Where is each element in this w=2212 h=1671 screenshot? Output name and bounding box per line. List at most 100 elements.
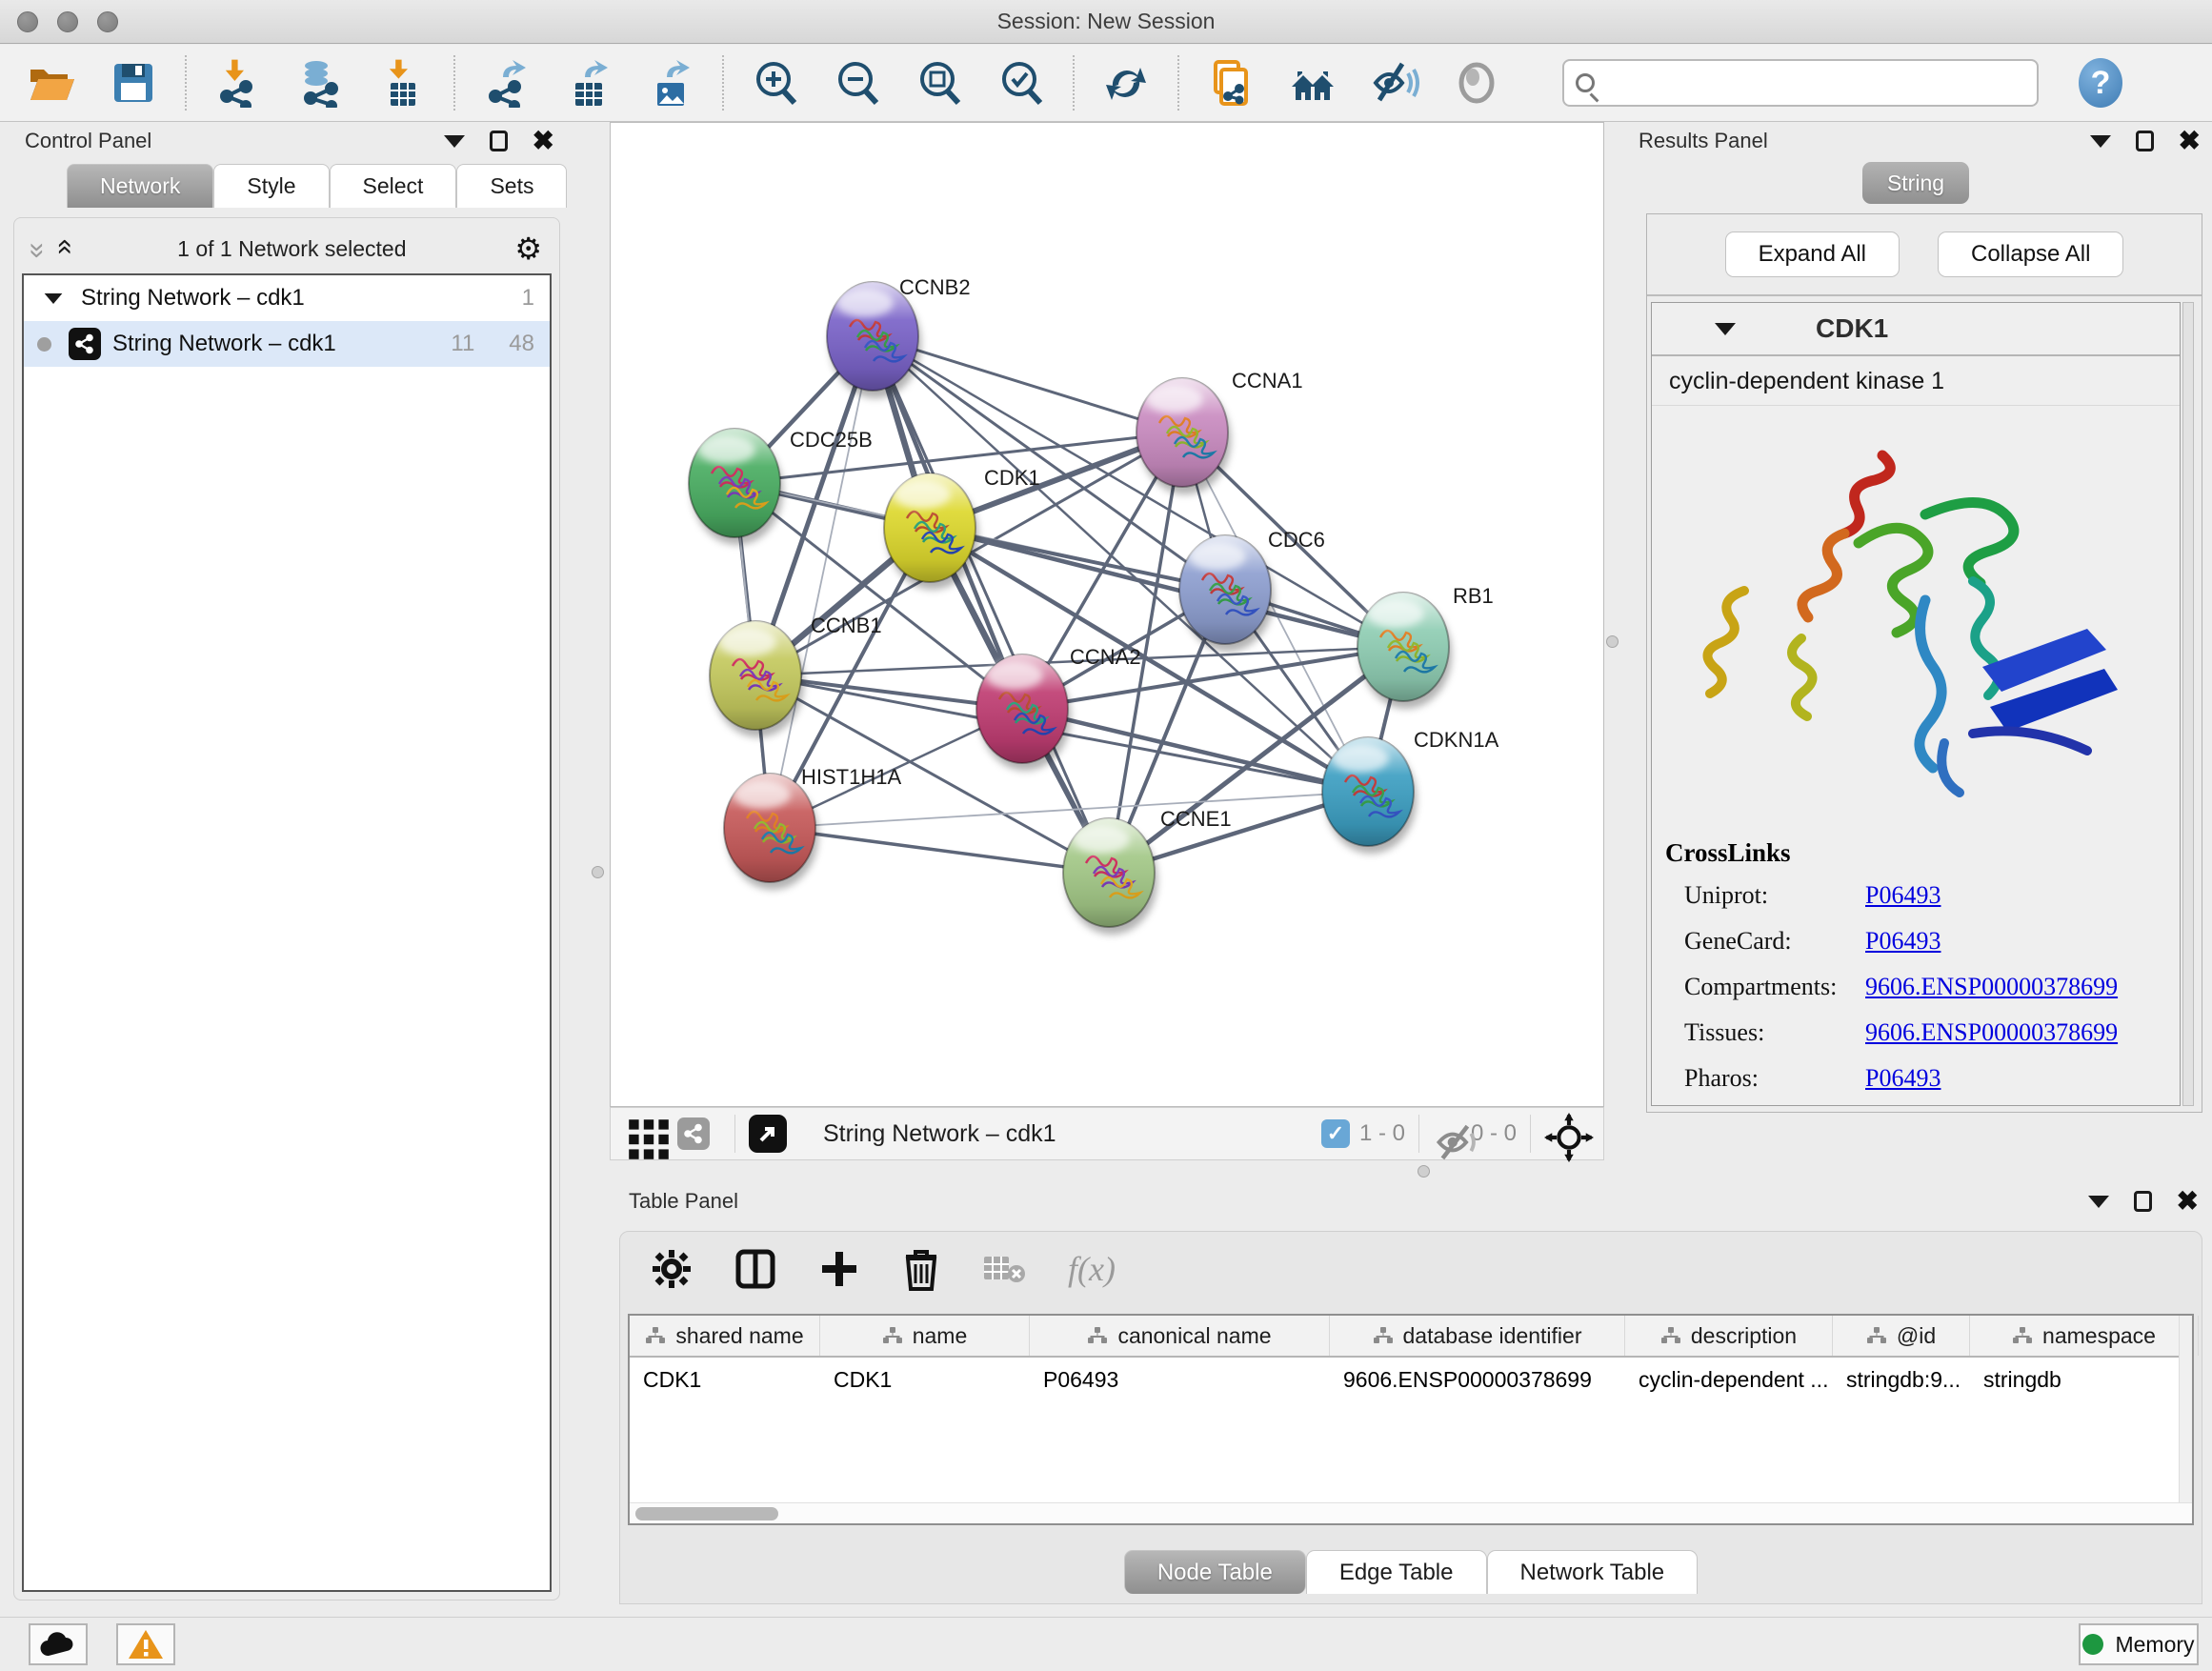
add-column-icon[interactable]: [818, 1248, 860, 1290]
gene-section-expander-icon[interactable]: [1715, 323, 1736, 335]
results-panel-collapse-icon[interactable]: [2090, 135, 2111, 148]
bottom-splitter-handle[interactable]: [1418, 1165, 1430, 1178]
table-cell[interactable]: CDK1: [630, 1358, 820, 1401]
open-in-new-window-icon[interactable]: [749, 1115, 787, 1153]
control-panel-collapse-icon[interactable]: [444, 135, 465, 148]
crosslink-link[interactable]: P06493: [1865, 1064, 1941, 1093]
network-view-canvas[interactable]: CCNB2CCNA1CDC25BCDK1CDC6RB1CCNB1CCNA2CDK…: [610, 122, 1604, 1107]
network-overview-share-icon[interactable]: [677, 1117, 710, 1150]
crosslink-link[interactable]: P06493: [1865, 881, 1941, 910]
table-panel-close-icon[interactable]: ✖: [2177, 1191, 2199, 1212]
column-header-namespace[interactable]: namespace: [1970, 1316, 2199, 1356]
birds-eye-grid-icon[interactable]: [624, 1115, 662, 1153]
show-columns-icon[interactable]: [734, 1248, 776, 1290]
apply-preferred-layout-icon[interactable]: [1101, 58, 1151, 108]
tab-sets[interactable]: Sets: [456, 164, 567, 208]
open-session-icon[interactable]: [27, 58, 76, 108]
table-cell[interactable]: P06493: [1030, 1358, 1330, 1401]
warning-button[interactable]: [116, 1623, 175, 1665]
table-panel-collapse-icon[interactable]: [2088, 1196, 2109, 1208]
delete-column-icon[interactable]: [902, 1247, 940, 1291]
export-table-icon[interactable]: [564, 58, 613, 108]
table-cell[interactable]: cyclin-dependent ...: [1625, 1358, 1833, 1401]
network-collection-row[interactable]: String Network – cdk1 1: [24, 275, 550, 321]
memory-button[interactable]: Memory: [2079, 1623, 2199, 1665]
collapse-all-button[interactable]: Collapse All: [1938, 232, 2123, 277]
search-input[interactable]: [1604, 70, 2004, 95]
import-network-from-file-icon[interactable]: [213, 58, 263, 108]
network-graph[interactable]: CCNB2CCNA1CDC25BCDK1CDC6RB1CCNB1CCNA2CDK…: [611, 123, 1603, 1106]
import-network-from-database-icon[interactable]: [295, 58, 345, 108]
tab-edge-table[interactable]: Edge Table: [1306, 1550, 1487, 1594]
network-node-ccne1[interactable]: CCNE1: [1063, 807, 1232, 935]
network-edge[interactable]: [770, 828, 1109, 873]
import-table-from-file-icon[interactable]: [377, 58, 427, 108]
table-panel-float-icon[interactable]: [2134, 1191, 2152, 1212]
network-node-cdkn1a[interactable]: CDKN1A: [1322, 728, 1499, 854]
table-options-gear-icon[interactable]: [651, 1248, 693, 1290]
results-scrollbar[interactable]: [2182, 302, 2194, 1106]
network-edge[interactable]: [770, 336, 873, 828]
show-all-icon[interactable]: [1452, 58, 1501, 108]
first-neighbors-icon[interactable]: [1288, 58, 1337, 108]
table-row[interactable]: CDK1CDK1P064939606.ENSP00000378699cyclin…: [630, 1358, 2192, 1401]
network-node-rb1[interactable]: RB1: [1357, 584, 1494, 709]
expand-all-button[interactable]: Expand All: [1725, 232, 1900, 277]
table-horizontal-scrollbar[interactable]: [630, 1502, 2192, 1523]
duplicate-network-icon[interactable]: [1206, 58, 1256, 108]
status-bar: Memory: [0, 1617, 2212, 1671]
table-vertical-scrollbar[interactable]: [2179, 1316, 2192, 1502]
network-node-hist1h1a[interactable]: HIST1H1A: [724, 765, 901, 890]
tab-select[interactable]: Select: [330, 164, 457, 208]
network-node-ccna2[interactable]: CCNA2: [976, 645, 1141, 771]
collapse-all-networks-icon[interactable]: »: [47, 243, 79, 255]
crosslink-link[interactable]: P06493: [1865, 927, 1941, 956]
network-edge[interactable]: [873, 336, 1109, 873]
left-splitter-handle[interactable]: [592, 866, 604, 878]
table-panel-tabs: Node TableEdge TableNetwork Table: [620, 1550, 2202, 1594]
column-header-description[interactable]: description: [1625, 1316, 1833, 1356]
zoom-selected-icon[interactable]: [996, 58, 1046, 108]
column-header-canonical-name[interactable]: canonical name: [1030, 1316, 1330, 1356]
crosslink-link[interactable]: 9606.ENSP00000378699: [1865, 1018, 2118, 1047]
column-header-database-identifier[interactable]: database identifier: [1330, 1316, 1625, 1356]
export-network-icon[interactable]: [482, 58, 532, 108]
tab-network-table[interactable]: Network Table: [1487, 1550, 1699, 1594]
collection-expander-icon[interactable]: [45, 292, 63, 303]
network-options-gear-icon[interactable]: ⚙: [514, 231, 542, 267]
right-splitter-handle[interactable]: [1606, 635, 1619, 648]
network-row[interactable]: String Network – cdk1 11 48: [24, 321, 550, 367]
zoom-fit-content-icon[interactable]: [915, 58, 964, 108]
crosslink-link[interactable]: 9606.ENSP00000378699: [1865, 973, 2118, 1001]
export-image-icon[interactable]: [646, 58, 695, 108]
network-edge[interactable]: [1022, 709, 1368, 792]
selected-nodes-checkbox-icon[interactable]: ✓: [1321, 1119, 1350, 1148]
scrollbar-thumb[interactable]: [635, 1507, 778, 1520]
hide-selected-icon[interactable]: [1370, 58, 1419, 108]
network-node-cdc25b[interactable]: CDC25B: [689, 428, 873, 545]
column-header--id[interactable]: @id: [1833, 1316, 1970, 1356]
zoom-out-icon[interactable]: [833, 58, 882, 108]
cloud-button[interactable]: [29, 1623, 88, 1665]
zoom-in-icon[interactable]: [751, 58, 800, 108]
table-cell[interactable]: stringdb:9...: [1833, 1358, 1970, 1401]
column-header-name[interactable]: name: [820, 1316, 1030, 1356]
tab-style[interactable]: Style: [213, 164, 329, 208]
table-cell[interactable]: stringdb: [1970, 1358, 2199, 1401]
tab-network[interactable]: Network: [67, 164, 213, 208]
network-node-ccnb1[interactable]: CCNB1: [710, 614, 882, 737]
network-node-cdc6[interactable]: CDC6: [1179, 528, 1325, 652]
control-panel-close-icon[interactable]: ✖: [533, 131, 554, 151]
control-panel-float-icon[interactable]: [490, 131, 508, 151]
network-node-ccna1[interactable]: CCNA1: [1136, 369, 1303, 494]
pan-crosshair-icon[interactable]: [1544, 1113, 1586, 1155]
table-cell[interactable]: CDK1: [820, 1358, 1030, 1401]
results-panel-float-icon[interactable]: [2136, 131, 2154, 151]
results-panel-close-icon[interactable]: ✖: [2179, 131, 2201, 151]
save-session-icon[interactable]: [109, 58, 158, 108]
help-button[interactable]: ?: [2079, 58, 2122, 108]
table-cell[interactable]: 9606.ENSP00000378699: [1330, 1358, 1625, 1401]
tab-node-table[interactable]: Node Table: [1124, 1550, 1306, 1594]
tab-string[interactable]: String: [1862, 162, 1969, 204]
column-header-shared-name[interactable]: shared name: [630, 1316, 820, 1356]
